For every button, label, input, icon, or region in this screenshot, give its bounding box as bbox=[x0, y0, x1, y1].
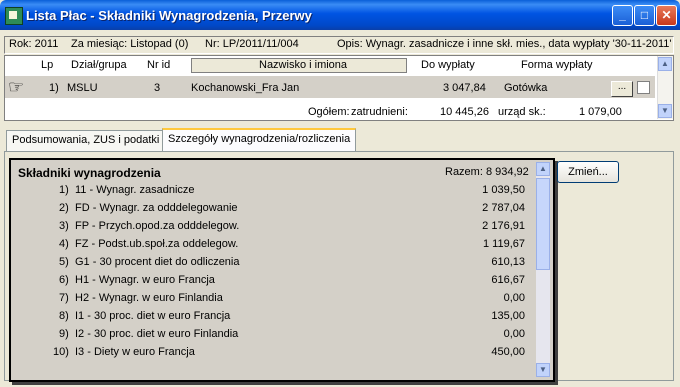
item-value: 135,00 bbox=[491, 310, 525, 322]
row-lp: 1) bbox=[49, 82, 59, 94]
item-value: 1 039,50 bbox=[482, 184, 525, 196]
minimize-button[interactable]: _ bbox=[612, 5, 633, 26]
item-value: 610,13 bbox=[491, 256, 525, 268]
item-number: 3) bbox=[59, 220, 69, 232]
components-list[interactable]: Składniki wynagrodzenia Razem: 8 934,92 … bbox=[9, 158, 555, 382]
item-number: 9) bbox=[59, 328, 69, 340]
item-name: FD - Wynagr. za odddelegowanie bbox=[75, 202, 238, 214]
item-name: FZ - Podst.ub.społ.za oddelegow. bbox=[75, 238, 239, 250]
item-number: 8) bbox=[59, 310, 69, 322]
col-do-wyplaty[interactable]: Do wypłaty bbox=[421, 59, 475, 71]
item-number: 1) bbox=[59, 184, 69, 196]
row-do-wyplaty: 3 047,84 bbox=[443, 82, 486, 94]
item-value: 2 787,04 bbox=[482, 202, 525, 214]
item-value: 0,00 bbox=[503, 328, 525, 340]
title-bar[interactable]: Lista Płac - Składniki Wynagrodzenia, Pr… bbox=[0, 0, 680, 30]
payment-form-button[interactable]: ... bbox=[611, 81, 633, 97]
item-name: 11 - Wynagr. zasadnicze bbox=[75, 184, 195, 196]
col-nr-id[interactable]: Nr id bbox=[147, 59, 170, 71]
app-icon bbox=[5, 7, 23, 25]
row-checkbox[interactable] bbox=[637, 81, 650, 94]
item-number: 5) bbox=[59, 256, 69, 268]
employed-label: zatrudnieni: bbox=[351, 106, 408, 118]
tax-office-value: 1 079,00 bbox=[579, 106, 622, 118]
item-number: 6) bbox=[59, 274, 69, 286]
row-dzial: MSLU bbox=[67, 82, 98, 94]
item-value: 1 119,67 bbox=[482, 238, 525, 250]
window-title: Lista Płac - Składniki Wynagrodzenia, Pr… bbox=[26, 8, 312, 23]
scroll-down-icon[interactable]: ▼ bbox=[658, 104, 672, 118]
table-row[interactable] bbox=[5, 76, 655, 98]
total-label: Ogółem: bbox=[308, 106, 350, 118]
tab-details[interactable]: Szczegóły wynagrodzenia/rozliczenia bbox=[162, 128, 357, 152]
item-name: G1 - 30 procent diet do odliczenia bbox=[75, 256, 240, 268]
item-number: 4) bbox=[59, 238, 69, 250]
change-button[interactable]: Zmień... bbox=[557, 161, 619, 183]
tab-summary[interactable]: Podsumowania, ZUS i podatki bbox=[6, 130, 166, 151]
payroll-info-bar: Rok: 2011 Za miesiąc: Listopad (0) Nr: L… bbox=[4, 36, 674, 54]
scroll-up-icon[interactable]: ▲ bbox=[536, 162, 550, 176]
employee-grid: Lp Dział/grupa Nr id Nazwisko i imiona D… bbox=[4, 55, 674, 121]
col-lp[interactable]: Lp bbox=[41, 59, 53, 71]
item-name: FP - Przych.opod.za odddelegow. bbox=[75, 220, 240, 232]
year-label: Rok: 2011 bbox=[9, 38, 59, 50]
components-title: Składniki wynagrodzenia bbox=[18, 166, 161, 180]
main-window: Lista Płac - Składniki Wynagrodzenia, Pr… bbox=[0, 0, 680, 387]
grid-scrollbar[interactable]: ▲ ▼ bbox=[657, 56, 673, 119]
maximize-button[interactable]: □ bbox=[634, 5, 655, 26]
minimize-icon: _ bbox=[619, 8, 626, 22]
col-forma[interactable]: Forma wypłaty bbox=[521, 59, 593, 71]
pointing-hand-icon: ☞ bbox=[8, 77, 25, 97]
close-icon: ✕ bbox=[661, 8, 672, 22]
employed-value: 10 445,26 bbox=[440, 106, 489, 118]
month-label: Za miesiąc: Listopad (0) bbox=[71, 38, 189, 50]
item-name: I1 - 30 proc. diet w euro Francja bbox=[75, 310, 231, 322]
item-name: I3 - Diety w euro Francja bbox=[75, 346, 195, 358]
scroll-up-icon[interactable]: ▲ bbox=[658, 57, 672, 71]
close-button[interactable]: ✕ bbox=[656, 5, 677, 26]
item-number: 2) bbox=[59, 202, 69, 214]
scroll-down-icon[interactable]: ▼ bbox=[536, 363, 550, 377]
col-dzial[interactable]: Dział/grupa bbox=[71, 59, 127, 71]
item-name: I2 - 30 proc. diet w euro Finlandia bbox=[75, 328, 239, 340]
number-label: Nr: LP/2011/11/004 bbox=[205, 38, 299, 50]
components-scrollbar[interactable]: ▲ ▼ bbox=[536, 162, 550, 377]
item-value: 2 176,91 bbox=[482, 220, 525, 232]
item-value: 0,00 bbox=[503, 292, 525, 304]
scroll-thumb[interactable] bbox=[536, 178, 550, 270]
item-value: 450,00 bbox=[491, 346, 525, 358]
item-number: 7) bbox=[59, 292, 69, 304]
row-forma: Gotówka bbox=[504, 82, 548, 94]
col-nazwisko[interactable]: Nazwisko i imiona bbox=[259, 59, 347, 71]
tax-office-label: urząd sk.: bbox=[498, 106, 546, 118]
item-value: 616,67 bbox=[491, 274, 525, 286]
item-name: H1 - Wynagr. w euro Francja bbox=[75, 274, 215, 286]
row-nr-id: 3 bbox=[154, 82, 161, 94]
item-name: H2 - Wynagr. w euro Finlandia bbox=[75, 292, 223, 304]
item-number: 10) bbox=[53, 346, 69, 358]
description-label: Opis: Wynagr. zasadnicze i inne skł. mie… bbox=[337, 38, 672, 50]
components-total: Razem: 8 934,92 bbox=[445, 166, 529, 178]
row-nazwisko: Kochanowski_Fra Jan bbox=[191, 82, 300, 94]
maximize-icon: □ bbox=[640, 8, 649, 22]
